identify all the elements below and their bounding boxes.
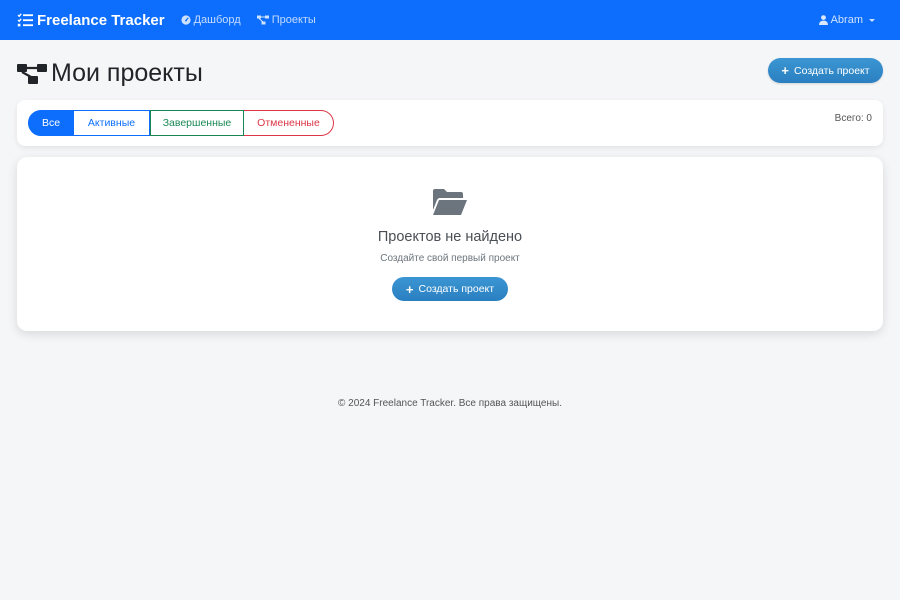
project-diagram-icon	[17, 64, 47, 84]
page-header: Мои проекты + Создать проект	[17, 56, 883, 90]
status-filter-group: Все Активные Завершенные Отмененные	[28, 110, 334, 136]
create-project-button[interactable]: + Создать проект	[768, 58, 883, 83]
folder-open-icon	[433, 189, 467, 215]
tasks-icon	[17, 13, 33, 27]
page-title: Мои проекты	[51, 58, 203, 87]
filter-completed-button[interactable]: Завершенные	[150, 110, 244, 136]
nav-link-label: Дашборд	[193, 14, 241, 26]
filter-cancelled-button[interactable]: Отмененные	[244, 110, 334, 136]
footer-copyright: © 2024 Freelance Tracker. Все права защи…	[338, 398, 562, 409]
empty-state-subtitle: Создайте свой первый проект	[380, 253, 520, 264]
total-count: Всего: 0	[834, 113, 872, 124]
empty-state-card: Проектов не найдено Создайте свой первый…	[17, 157, 883, 331]
nav-link-dashboard[interactable]: Дашборд	[180, 14, 241, 26]
user-icon	[818, 15, 828, 25]
tachometer-icon	[180, 15, 191, 25]
project-diagram-icon	[256, 15, 269, 25]
nav-link-label: Проекты	[271, 14, 316, 26]
user-dropdown[interactable]: Abram	[818, 14, 875, 26]
filter-all-button[interactable]: Все	[28, 110, 74, 136]
user-name: Abram	[830, 14, 863, 26]
plus-icon: +	[781, 63, 790, 78]
create-project-label: Создать проект	[794, 64, 870, 77]
empty-state-title: Проектов не найдено	[377, 229, 523, 245]
plus-icon: +	[405, 281, 414, 297]
filter-card: Все Активные Завершенные Отмененные Всег…	[17, 100, 883, 146]
filter-active-button[interactable]: Активные	[74, 110, 150, 136]
footer: © 2024 Freelance Tracker. Все права защи…	[0, 398, 900, 409]
empty-create-project-label: Создать проект	[418, 283, 495, 295]
brand-name: Freelance Tracker	[37, 11, 165, 29]
empty-create-project-button[interactable]: + Создать проект	[392, 277, 508, 301]
navbar: Freelance Tracker Дашборд Проекты Abram	[0, 0, 900, 40]
brand-link[interactable]: Freelance Tracker	[17, 12, 165, 29]
caret-down-icon	[869, 18, 875, 22]
nav-link-projects[interactable]: Проекты	[256, 14, 316, 26]
